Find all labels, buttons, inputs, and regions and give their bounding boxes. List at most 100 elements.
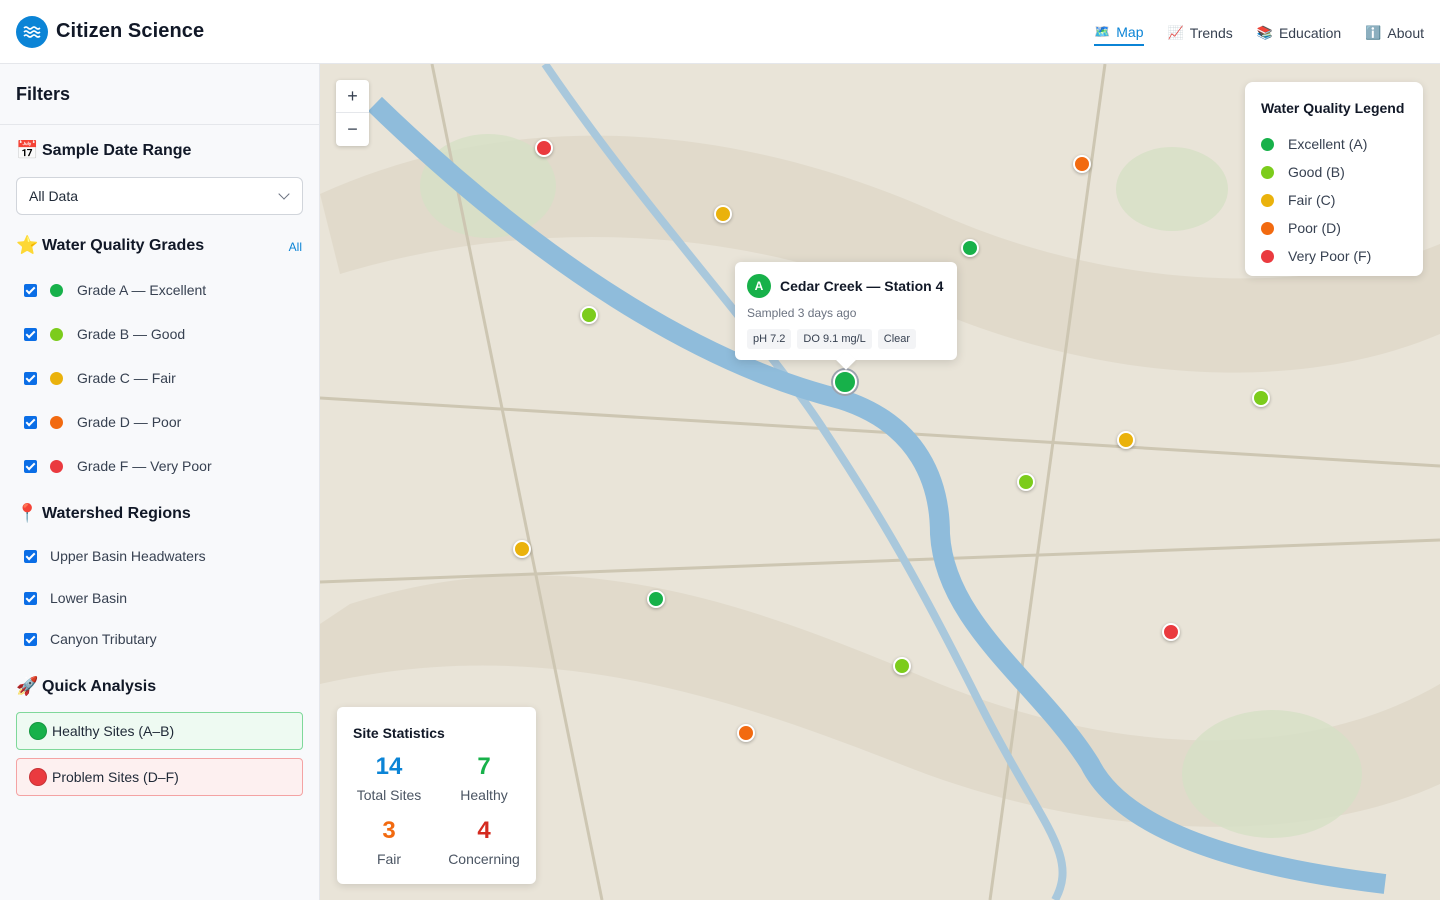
popup-sampled-time: Sampled 3 days ago bbox=[747, 306, 857, 320]
legend-item-poor: Poor (D) bbox=[1261, 214, 1407, 242]
water-quality-legend: Water Quality Legend Excellent (A) Good … bbox=[1245, 82, 1423, 276]
sidebar-title: Filters bbox=[0, 64, 319, 125]
site-marker[interactable] bbox=[1162, 623, 1180, 641]
stats-title: Site Statistics bbox=[353, 725, 445, 741]
regions-heading-label: Watershed Regions bbox=[42, 504, 191, 522]
site-marker[interactable] bbox=[714, 205, 732, 223]
site-statistics-panel: Site Statistics 14 Total Sites 7 Healthy… bbox=[337, 707, 536, 884]
site-marker[interactable] bbox=[513, 540, 531, 558]
legend-label: Good (B) bbox=[1288, 164, 1345, 180]
grade-b-label: Grade B — Good bbox=[77, 326, 186, 342]
chevron-down-icon bbox=[278, 188, 290, 200]
grade-d-label: Grade D — Poor bbox=[77, 414, 182, 430]
stat-concerning-value: 4 bbox=[477, 817, 491, 844]
dissolved-oxygen-chip: DO 9.1 mg/L bbox=[797, 329, 872, 349]
grade-a-dot-icon bbox=[50, 283, 63, 297]
region-filter-upper-basin[interactable]: Upper Basin Headwaters bbox=[24, 548, 206, 564]
grade-a-checkbox[interactable] bbox=[24, 283, 37, 297]
grade-c-checkbox[interactable] bbox=[24, 371, 37, 385]
date-range-select[interactable]: All Data bbox=[16, 177, 303, 215]
app-header: Citizen Science 🗺️ Map 📈 Trends 📚 Educat… bbox=[0, 0, 1440, 64]
nav-map[interactable]: 🗺️ Map bbox=[1094, 18, 1144, 46]
site-marker[interactable] bbox=[580, 306, 598, 324]
grade-c-dot-icon bbox=[50, 371, 63, 385]
legend-item-excellent: Excellent (A) bbox=[1261, 130, 1407, 158]
info-icon: ℹ️ bbox=[1365, 25, 1382, 40]
site-marker[interactable] bbox=[961, 239, 979, 257]
grade-filter-d[interactable]: Grade D — Poor bbox=[24, 414, 181, 430]
legend-label: Fair (C) bbox=[1288, 192, 1336, 208]
region-canyon-checkbox[interactable] bbox=[24, 632, 37, 646]
problem-sites-button[interactable]: Problem Sites (D–F) bbox=[16, 758, 303, 796]
grade-f-label: Grade F — Very Poor bbox=[77, 458, 212, 474]
brand[interactable]: Citizen Science bbox=[16, 15, 205, 48]
region-upper-basin-label: Upper Basin Headwaters bbox=[50, 548, 206, 564]
legend-label: Excellent (A) bbox=[1288, 136, 1368, 152]
grade-f-checkbox[interactable] bbox=[24, 459, 37, 473]
stat-healthy: 7 Healthy bbox=[439, 753, 529, 803]
nav-trends[interactable]: 📈 Trends bbox=[1168, 18, 1233, 46]
site-marker[interactable] bbox=[1117, 431, 1135, 449]
site-marker[interactable] bbox=[737, 724, 755, 742]
region-filter-canyon[interactable]: Canyon Tributary bbox=[24, 631, 157, 647]
select-all-grades-link[interactable]: All bbox=[289, 240, 302, 254]
grade-d-dot-icon bbox=[50, 415, 63, 429]
grade-filter-a[interactable]: Grade A — Excellent bbox=[24, 282, 206, 298]
app-title: Citizen Science bbox=[56, 20, 205, 42]
grade-d-checkbox[interactable] bbox=[24, 415, 37, 429]
stat-fair-value: 3 bbox=[382, 817, 396, 844]
site-marker[interactable] bbox=[1252, 389, 1270, 407]
grade-b-checkbox[interactable] bbox=[24, 327, 37, 341]
water-waves-icon bbox=[16, 15, 48, 48]
calendar-icon: 📅 bbox=[16, 140, 39, 160]
healthy-sites-button[interactable]: Healthy Sites (A–B) bbox=[16, 712, 303, 750]
red-circle-icon bbox=[29, 768, 47, 786]
region-lower-basin-checkbox[interactable] bbox=[24, 591, 37, 605]
region-lower-basin-label: Lower Basin bbox=[50, 590, 128, 606]
zoom-in-button[interactable]: + bbox=[336, 80, 369, 113]
grade-c-label: Grade C — Fair bbox=[77, 370, 176, 386]
filters-sidebar: Filters 📅 Sample Date Range All Data ⭐ W… bbox=[0, 64, 320, 900]
stat-total-label: Total Sites bbox=[356, 787, 422, 803]
grade-filter-c[interactable]: Grade C — Fair bbox=[24, 370, 176, 386]
main-nav: 🗺️ Map 📈 Trends 📚 Education ℹ️ About bbox=[1070, 0, 1424, 64]
healthy-sites-label: Healthy Sites (A–B) bbox=[52, 723, 175, 739]
nav-education[interactable]: 📚 Education bbox=[1257, 18, 1341, 46]
region-upper-basin-checkbox[interactable] bbox=[24, 549, 37, 563]
stat-fair: 3 Fair bbox=[344, 817, 434, 867]
stat-total-sites: 14 Total Sites bbox=[344, 753, 434, 803]
site-marker[interactable] bbox=[893, 657, 911, 675]
region-filter-lower-basin[interactable]: Lower Basin bbox=[24, 590, 127, 606]
quick-analysis-heading-label: Quick Analysis bbox=[42, 677, 157, 695]
zoom-out-button[interactable]: − bbox=[336, 113, 369, 146]
grade-a-label: Grade A — Excellent bbox=[77, 282, 207, 298]
nav-education-label: Education bbox=[1278, 25, 1342, 41]
stat-total-value: 14 bbox=[375, 753, 403, 780]
site-marker[interactable] bbox=[1017, 473, 1035, 491]
legend-item-very-poor: Very Poor (F) bbox=[1261, 242, 1407, 270]
stat-fair-label: Fair bbox=[376, 851, 402, 867]
site-marker[interactable] bbox=[1073, 155, 1091, 173]
nav-about[interactable]: ℹ️ About bbox=[1365, 18, 1424, 46]
star-icon: ⭐ bbox=[16, 235, 39, 255]
grades-heading: ⭐ Water Quality Grades bbox=[16, 235, 204, 256]
legend-item-fair: Fair (C) bbox=[1261, 186, 1407, 214]
site-marker-selected[interactable] bbox=[833, 370, 857, 394]
regions-heading: 📍 Watershed Regions bbox=[16, 503, 191, 524]
site-marker[interactable] bbox=[535, 139, 553, 157]
ph-chip: pH 7.2 bbox=[747, 329, 792, 349]
pin-icon: 📍 bbox=[16, 503, 39, 523]
legend-label: Very Poor (F) bbox=[1288, 248, 1372, 264]
legend-dot-icon bbox=[1261, 165, 1274, 179]
grade-f-dot-icon bbox=[50, 459, 63, 473]
problem-sites-label: Problem Sites (D–F) bbox=[52, 769, 179, 785]
grade-filter-b[interactable]: Grade B — Good bbox=[24, 326, 185, 342]
popup-metrics: pH 7.2 DO 9.1 mg/L Clear bbox=[747, 329, 945, 349]
stat-healthy-value: 7 bbox=[477, 753, 491, 780]
site-marker[interactable] bbox=[647, 590, 665, 608]
nav-trends-label: Trends bbox=[1189, 25, 1233, 41]
map-canvas[interactable]: + − Water Quality Legend Excellent (A) G… bbox=[320, 64, 1440, 900]
grade-filter-f[interactable]: Grade F — Very Poor bbox=[24, 458, 212, 474]
grades-heading-label: Water Quality Grades bbox=[42, 236, 205, 254]
date-range-heading-label: Sample Date Range bbox=[42, 141, 192, 159]
